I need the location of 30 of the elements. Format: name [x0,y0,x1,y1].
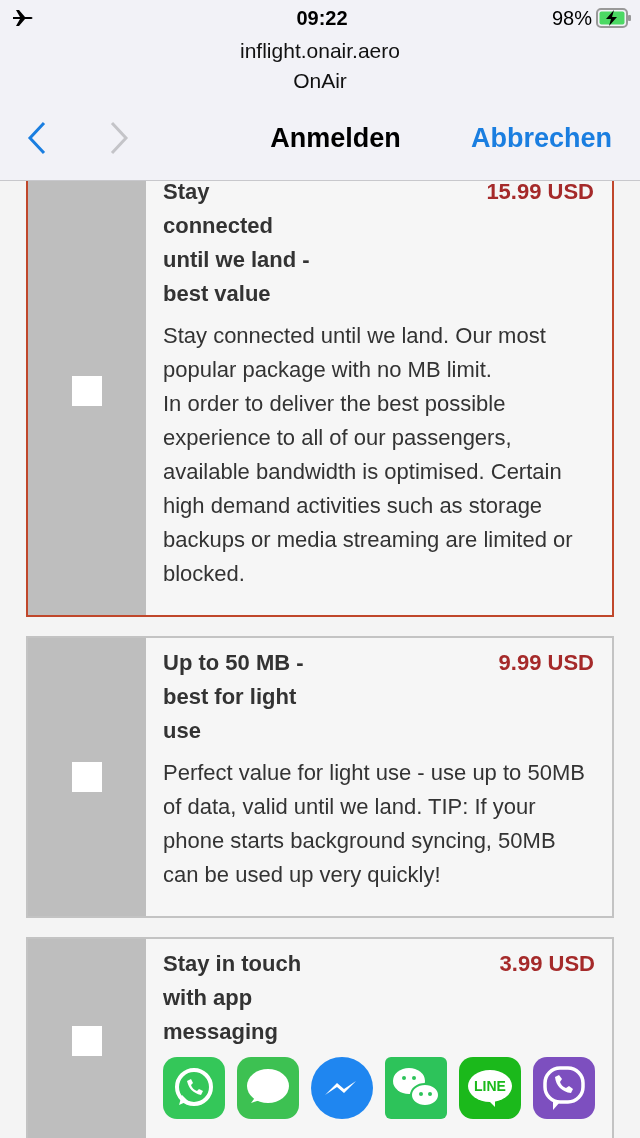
chat-phone-icon [163,1057,225,1119]
plan-title: Stay connected until we land - best value [163,181,310,308]
lightning-bubble-icon [311,1057,373,1119]
plan-title: Stay in touch with app messaging [163,950,302,1046]
plan-card[interactable]: Up to 50 MB - best for light use 9.99 USD Perfect value for light use - use up to 50MB of data, valid until we land. TIP: If your phone starts background syncing, 50MB can be used up very quickly! [26,636,614,918]
plan-price: 9.99 USD [498,649,594,677]
plan-checkbox[interactable] [72,762,102,792]
two-bubbles-icon [385,1057,447,1119]
plan-price: 3.99 USD [499,950,595,978]
plan-card[interactable]: Stay in touch with app messaging 3.99 USD LINE [26,937,614,1138]
cancel-button[interactable]: Abbrechen [470,122,612,154]
site-name: OnAir [293,68,347,94]
battery-charging-icon [596,8,632,28]
plan-description: Stay connected until we land. Our most popular package with no MB limit. In order to deliver the best possible experience to all of our passengers, available bandwidth is optimised. Certain high demand activities such as storage backups or media streaming are limited or blocked. [163,322,574,588]
plan-title: Up to 50 MB - best for light use [163,649,304,745]
plan-card[interactable] [26,181,614,617]
battery-percentage: 98% [551,6,592,30]
phone-bubble-icon [533,1057,595,1119]
page-domain: inflight.onair.aero [240,38,400,64]
lettered-bubble-icon: LINE [459,1057,521,1119]
clock-time: 09:22 [296,6,348,30]
plan-price: 15.99 USD [486,181,594,206]
plan-checkbox[interactable] [72,376,102,406]
page-title: Anmelden [269,122,402,154]
airplane-icon [12,9,34,27]
plan-checkbox[interactable] [72,1026,102,1056]
plan-description: Perfect value for light use - use up to 50MB of data, valid until we land. TIP: If your phone starts background syncing, 50MB can be used up very quickly! [163,759,586,889]
forward-button[interactable] [108,121,130,155]
speech-bubble-icon [237,1057,299,1119]
back-button[interactable] [26,121,48,155]
